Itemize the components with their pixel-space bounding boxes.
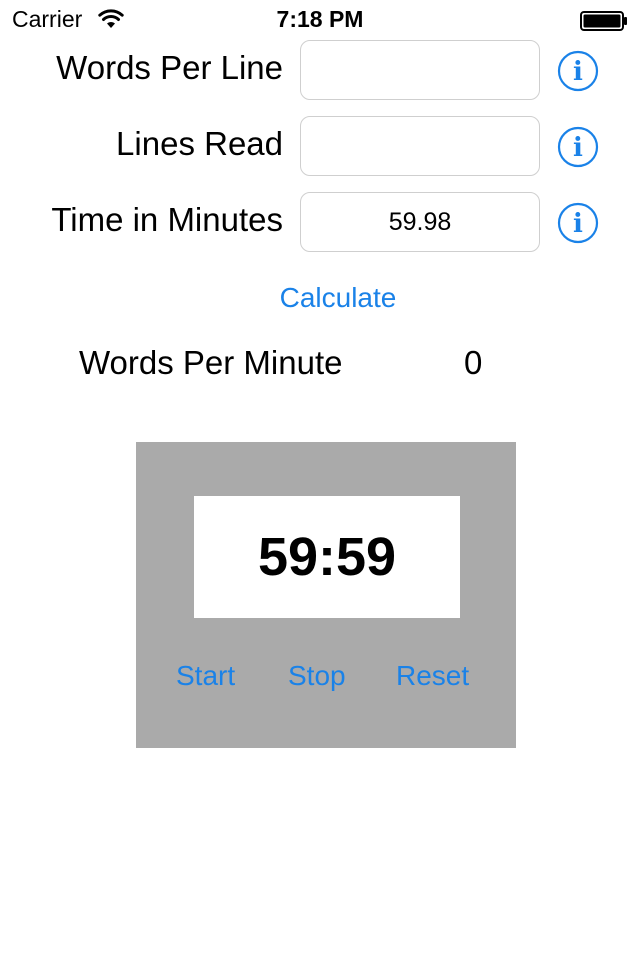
calculate-button[interactable]: Calculate (0, 282, 640, 314)
timer-panel: 59:59 Start Stop Reset (136, 442, 516, 748)
status-bar: Carrier 7:18 PM (0, 0, 640, 40)
info-icon[interactable]: i (557, 202, 599, 244)
lines-read-label: Lines Read (116, 125, 283, 162)
timer-display: 59:59 (194, 496, 460, 618)
svg-text:i: i (573, 209, 583, 239)
start-button[interactable]: Start (176, 660, 235, 692)
battery-icon (580, 11, 627, 31)
info-icon[interactable]: i (557, 50, 599, 92)
words-per-line-field[interactable] (300, 40, 540, 100)
time-in-minutes-label: Time in Minutes (51, 201, 283, 238)
info-icon[interactable]: i (557, 126, 599, 168)
svg-text:i: i (573, 133, 583, 163)
words-per-line-label: Words Per Line (56, 49, 283, 86)
lines-read-field[interactable] (300, 116, 540, 176)
words-per-minute-label: Words Per Minute (79, 344, 343, 381)
stop-button[interactable]: Stop (288, 660, 346, 692)
status-time: 7:18 PM (276, 6, 364, 32)
words-per-minute-value: 0 (464, 344, 483, 381)
time-in-minutes-field[interactable] (300, 192, 540, 252)
app-screen: Carrier 7:18 PM Words Per Line i Lines R… (0, 0, 640, 960)
svg-text:i: i (573, 57, 583, 87)
reset-button[interactable]: Reset (396, 660, 469, 692)
